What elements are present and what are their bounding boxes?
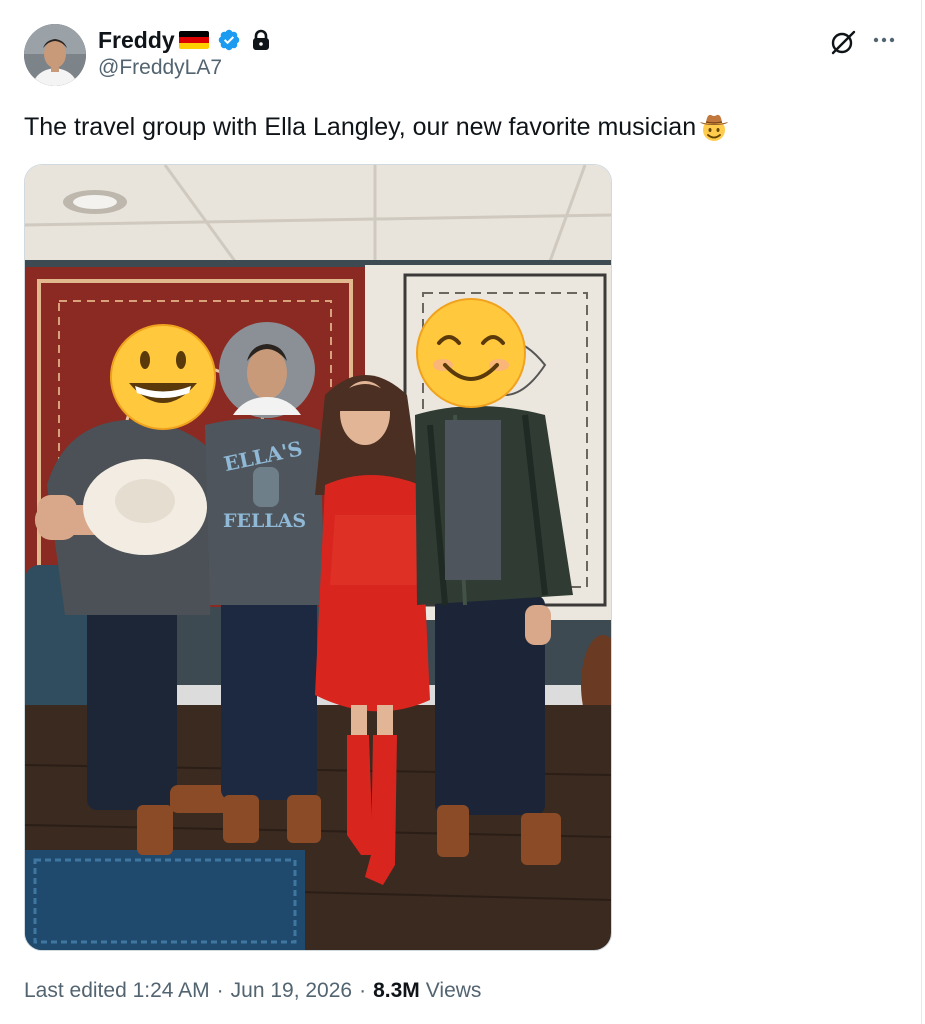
divider — [921, 0, 922, 1024]
tweet-time[interactable]: 1:24 AM — [133, 979, 210, 1003]
cowboy-hat-face-emoji — [700, 114, 729, 141]
separator: · — [359, 979, 367, 1002]
lock-icon — [252, 29, 269, 50]
tweet-text: The travel group with Ella Langley, our … — [24, 110, 730, 144]
shirt-text-2: FELLAS — [223, 510, 306, 532]
user-name-row: Freddy — [98, 24, 271, 56]
tweet-text-content: The travel group with Ella Langley, our … — [24, 113, 697, 141]
views-count[interactable]: 8.3M — [373, 979, 420, 1003]
tweet-photo[interactable]: ELLA'S FELLAS — [24, 164, 612, 951]
display-name[interactable]: Freddy — [98, 27, 175, 54]
tweet-meta: Last edited 1:24 AM · Jun 19, 2026 · 8.3… — [24, 974, 481, 1008]
separator: · — [216, 979, 224, 1002]
tweet-date[interactable]: Jun 19, 2026 — [231, 979, 352, 1003]
verified-badge-icon[interactable] — [217, 28, 241, 52]
tweet-card: Freddy @FreddyLA7 The travel group with … — [0, 0, 925, 1024]
edited-label[interactable]: Last edited — [24, 979, 127, 1003]
avatar[interactable] — [24, 24, 86, 86]
more-icon[interactable] — [870, 30, 898, 50]
photo-illustration: ELLA'S FELLAS — [25, 165, 611, 950]
grok-icon[interactable] — [829, 28, 857, 56]
user-handle[interactable]: @FreddyLA7 — [98, 56, 222, 80]
germany-flag-emoji — [178, 31, 209, 49]
views-label: Views — [425, 979, 482, 1002]
